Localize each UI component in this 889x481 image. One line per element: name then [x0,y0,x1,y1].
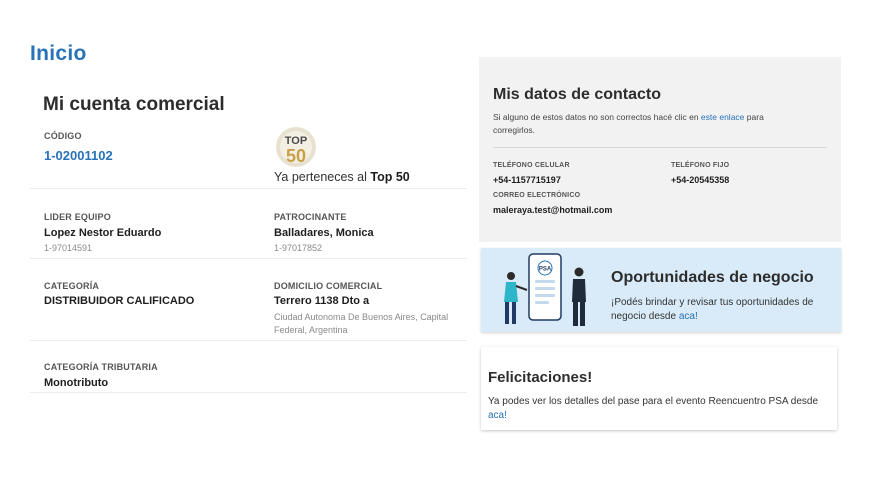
tax-category-value: Monotributo [44,377,109,389]
contact-description: Si alguno de estos datos no son correcto… [493,112,764,135]
leader-id: 1-97014591 [44,243,93,253]
opportunities-description: ¡Podés brindar y revisar tus oportunidad… [611,297,814,322]
category-value: DISTRIBUIDOR CALIFICADO [44,295,195,307]
divider [493,147,827,148]
landline-value: +54-20545358 [671,175,730,185]
tax-category-label: CATEGORÍA TRIBUTARIA [44,362,158,372]
congrats-card: Felicitaciones! Ya podes ver los detalle… [481,347,837,430]
contact-panel: Mis datos de contacto Si alguno de estos… [479,57,841,242]
sponsor-name: Balladares, Monica [274,227,374,239]
top50-badge-number: 50 [286,146,306,166]
page-title: Inicio [30,42,87,65]
opportunities-title: Oportunidades de negocio [611,269,814,286]
address-detail: Ciudad Autonoma De Buenos Aires, Capital… [274,312,449,335]
sponsor-label: PATROCINANTE [274,212,347,222]
mobile-value: +54-1157715197 [493,175,561,185]
divider [30,188,467,189]
address-label: DOMICILIO COMERCIAL [274,281,383,291]
code-value: 1-02001102 [44,148,113,163]
sponsor-id: 1-97017852 [274,243,323,253]
top50-highlight: Top 50 [370,170,410,184]
leader-name: Lopez Nestor Eduardo [44,227,162,239]
divider [30,258,467,259]
account-title: Mi cuenta comercial [43,94,225,115]
top50-text: Ya perteneces al Top 50 [274,170,410,184]
divider [30,392,467,393]
congrats-title: Felicitaciones! [488,369,593,386]
leader-label: LIDER EQUIPO [44,212,111,222]
opportunities-link[interactable]: aca! [679,311,698,322]
email-value: maleraya.test@hotmail.com [493,205,613,215]
email-label: CORREO ELECTRÓNICO [493,192,581,199]
opportunities-card: PSA Oportunidades de negocio ¡Podés brin… [481,248,841,332]
event-pass-link[interactable]: aca! [488,410,507,421]
top50-badge-icon: TOP 50 [276,127,316,167]
code-label: CÓDIGO [44,131,82,141]
business-opportunities-illustration-icon: PSA [504,253,586,326]
congrats-description: Ya podes ver los detalles del pase para … [488,396,819,421]
edit-contact-link[interactable]: este enlace [701,112,744,122]
divider [30,340,467,341]
landline-label: TELÉFONO FIJO [671,162,730,169]
top50-prefix: Ya perteneces al [274,170,367,184]
category-label: CATEGORÍA [44,281,100,291]
phone-logo-text: PSA [539,267,552,273]
mobile-label: TELÉFONO CELULAR [493,162,570,169]
address-value: Terrero 1138 Dto a [274,295,370,307]
contact-title: Mis datos de contacto [493,86,662,103]
